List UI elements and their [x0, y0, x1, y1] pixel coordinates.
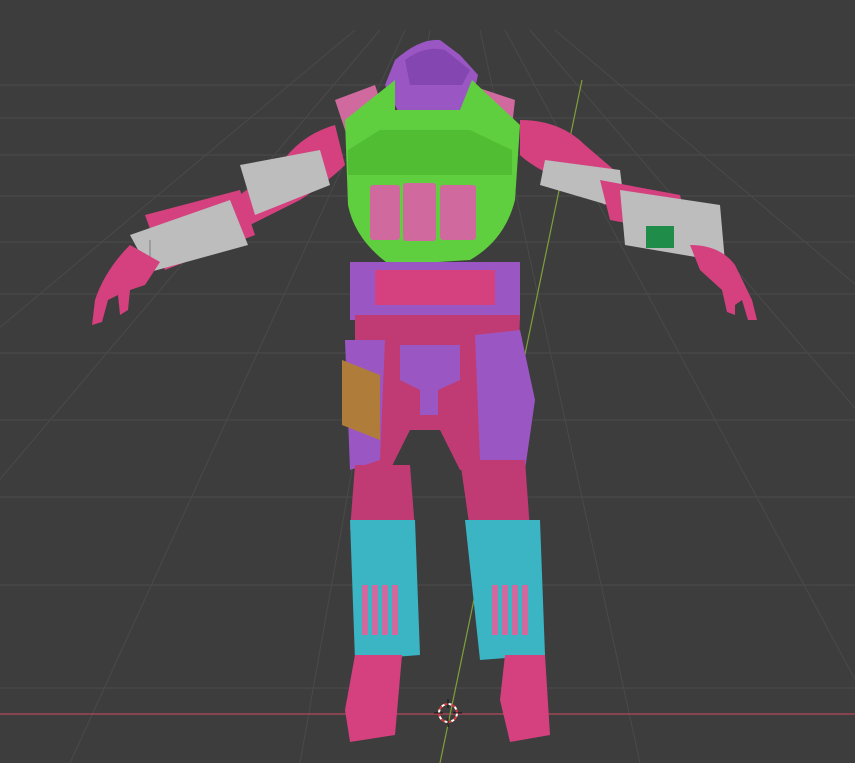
vest-pouch-1[interactable] — [370, 185, 400, 240]
left-boot[interactable] — [345, 655, 402, 742]
3d-cursor-icon[interactable] — [434, 699, 462, 727]
viewport-canvas[interactable] — [0, 0, 855, 763]
character-model[interactable] — [92, 39, 757, 742]
3d-viewport[interactable] — [0, 0, 855, 763]
right-arm[interactable] — [520, 120, 757, 320]
vest-pouch-3[interactable] — [440, 185, 476, 240]
wrist-badge — [646, 226, 674, 248]
belt[interactable] — [350, 262, 520, 320]
vest-pouch-2[interactable] — [403, 183, 436, 241]
right-shin-guard[interactable] — [465, 520, 545, 660]
left-shin-guard[interactable] — [350, 520, 420, 660]
legs[interactable] — [342, 315, 535, 530]
right-boot[interactable] — [500, 655, 550, 742]
